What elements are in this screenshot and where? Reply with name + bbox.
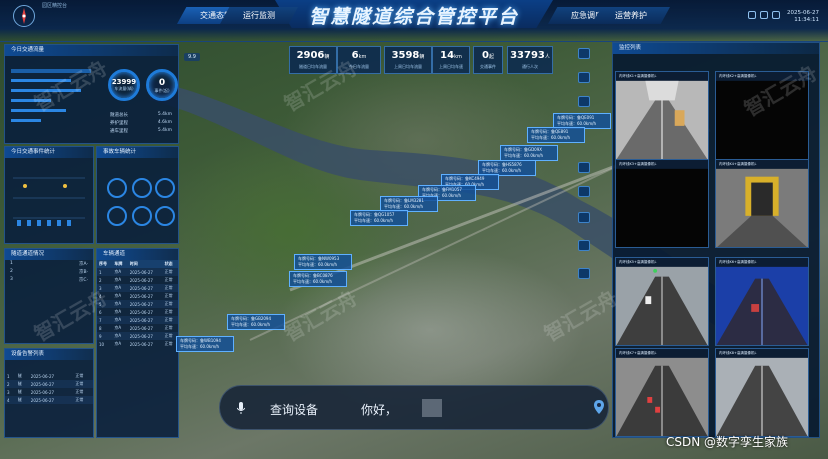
table-row[interactable]: 10 京A 2025-06-27 正常 [97,340,178,348]
alarm-table: 1 隧 2025-06-27 正常 2 隧 2025-06-27 正常 3 隧 2025-06-… [5,372,93,404]
camera-feed[interactable]: 内环线K4+高清摄像机L [715,159,809,248]
vehicle-popup[interactable]: 车牌号码：鲁NW0953 平均车速：60.0km/h [294,254,352,270]
row-open: 通车里程 5.4km [110,128,172,134]
panel-alarm-list: 设备告警列表 1 隧 2025-06-27 正常 2 隧 2025-06-27 正常 3隧2… [4,348,94,438]
status-row: 2 京B· [10,269,88,275]
panel-title: 事故车辆统计 [97,147,178,158]
user-icon[interactable] [760,11,768,19]
table-row[interactable]: 4 京A 2025-06-27 正常 [97,292,178,300]
panel-title: 设备告警列表 [5,349,93,360]
nav-maintenance[interactable]: 运营养护 [592,7,670,24]
greeting-text: 你好， [361,403,398,417]
layer-icon[interactable] [578,212,590,223]
panel-title: 监控列表 [613,43,819,54]
row-length: 隧道总长 5.4km [110,112,172,118]
status-row: 1 京A· [10,261,88,267]
nav-monitor[interactable]: 运行监测 [220,7,298,24]
table-row[interactable]: 3 隧 2025-06-27 正常 [5,388,93,396]
camera-feed[interactable]: 内环线K1+高清摄像机L [615,71,709,160]
table-row[interactable]: 3 京A 2025-06-27 正常 [97,284,178,292]
table-row[interactable]: 1 隧 2025-06-27 正常 [5,372,93,380]
table-row[interactable]: 8 京A 2025-06-27 正常 [97,324,178,332]
vehicle-popup[interactable]: 车牌号码：鲁GB2094 平均车速：60.0km/h [227,314,285,330]
search-label[interactable]: 查询设备 [270,401,318,418]
compass-icon[interactable] [13,5,35,27]
table-row[interactable]: 4 隧 2025-06-27 正常 [5,396,93,404]
stat-card: 14km 上周日均车速 [432,46,470,74]
time-text: 11:34:11 [794,17,819,23]
csdn-credit: CSDN @数字孪生家族 [666,435,789,449]
panel-accident-stats: 事故车辆统计 [96,146,179,244]
panel-title: 隧道通道情况 [5,249,93,260]
vehicle-popup[interactable]: 车牌号码：鲁BC0876 平均车速：60.0km/h [289,271,347,287]
layer-icon[interactable] [578,162,590,173]
layer-icon[interactable] [578,96,590,107]
brand-small: 园区精控台 [42,3,68,9]
speed-tag: 9.9 [184,53,200,61]
vehicle-popup[interactable]: 车牌号码：鲁QE891 平均车速：60.0km/h [527,127,585,143]
fullscreen-icon[interactable] [772,11,780,19]
top-header: 园区精控台 智慧隧道综合管控平台 交通态势 运行监测 应急调度 运营养护 202… [0,0,828,42]
mic-icon[interactable] [237,402,245,414]
gauge-vehicle-flow: 23999 车流量(辆) [108,69,140,101]
table-row[interactable]: 1 京A 2025-06-27 正常 [97,268,178,276]
panel-title: 今日交通事件统计 [5,147,93,158]
stat-card: 33793人 通行人次 [507,46,553,74]
camera-feed[interactable]: 内环线K8+高清摄像机L [715,348,809,437]
camera-feed[interactable]: 内环线K5+高清摄像机L [615,257,709,346]
status-row: 3 京C· [10,277,88,283]
layer-icon[interactable] [578,72,590,83]
traffic-rows: 隧道总长 5.4km 养护里程 4.6km 通车里程 5.4km [105,111,177,135]
stat-card: 0起 交通事件 [473,46,503,74]
table-row[interactable]: 2 隧 2025-06-27 正常 [5,380,93,388]
table-row[interactable]: 9 京A 2025-06-27 正常 [97,332,178,340]
event-chart [13,177,85,226]
accident-rings [107,178,175,226]
camera-feed[interactable]: 内环线K3+高清摄像机L [615,159,709,248]
panel-cameras: 监控列表 内环线K1+高清摄像机L 内环线K2+高清摄像机L 内环线K3+高清摄… [612,42,820,438]
settings-icon[interactable] [748,11,756,19]
camera-feed[interactable]: 内环线K7+高清摄像机L [615,348,709,437]
stat-card: 3598辆 上周日均车流量 [384,46,432,74]
page-title: 智慧隧道综合管控平台 [308,6,519,28]
row-maint: 养护里程 4.6km [110,120,172,126]
panel-vehicle-table: 车辆通道 序号 车牌 时间 状态 1 京A 2025-06-27 正常 2 京A 2025… [96,248,179,438]
layer-icon[interactable] [578,186,590,197]
vehicle-popup[interactable]: 车牌号码：鲁WB1094 平均车速：60.0km/h [176,336,234,352]
table-row[interactable]: 2 京A 2025-06-27 正常 [97,276,178,284]
voice-search-bar[interactable]: 查询设备 你好， [219,385,609,430]
clock: 2025-06-27 11:34:11 [787,10,819,24]
panel-title: 车辆通道 [97,249,178,260]
gauge-events: 0 事件(起) [146,69,178,101]
layer-icon[interactable] [578,48,590,59]
vehicle-popup[interactable]: 车牌号码：鲁QG1057 平均车速：60.0km/h [350,210,408,226]
header-icons [748,11,780,19]
layer-icon[interactable] [578,240,590,251]
camera-feed[interactable]: 内环线K6+高清摄像机L [715,257,809,346]
table-row[interactable]: 7 京A 2025-06-27 正常 [97,316,178,324]
redacted-box [422,399,442,417]
vehicle-popup[interactable]: 车牌号码：鲁GD09X 平均车速：60.0km/h [500,145,558,161]
layer-icon[interactable] [578,268,590,279]
panel-event-stats: 今日交通事件统计 [4,146,94,244]
table-row[interactable]: 6 京A 2025-06-27 正常 [97,308,178,316]
date-text: 2025-06-27 [787,10,819,16]
location-pin-icon[interactable] [594,400,604,414]
